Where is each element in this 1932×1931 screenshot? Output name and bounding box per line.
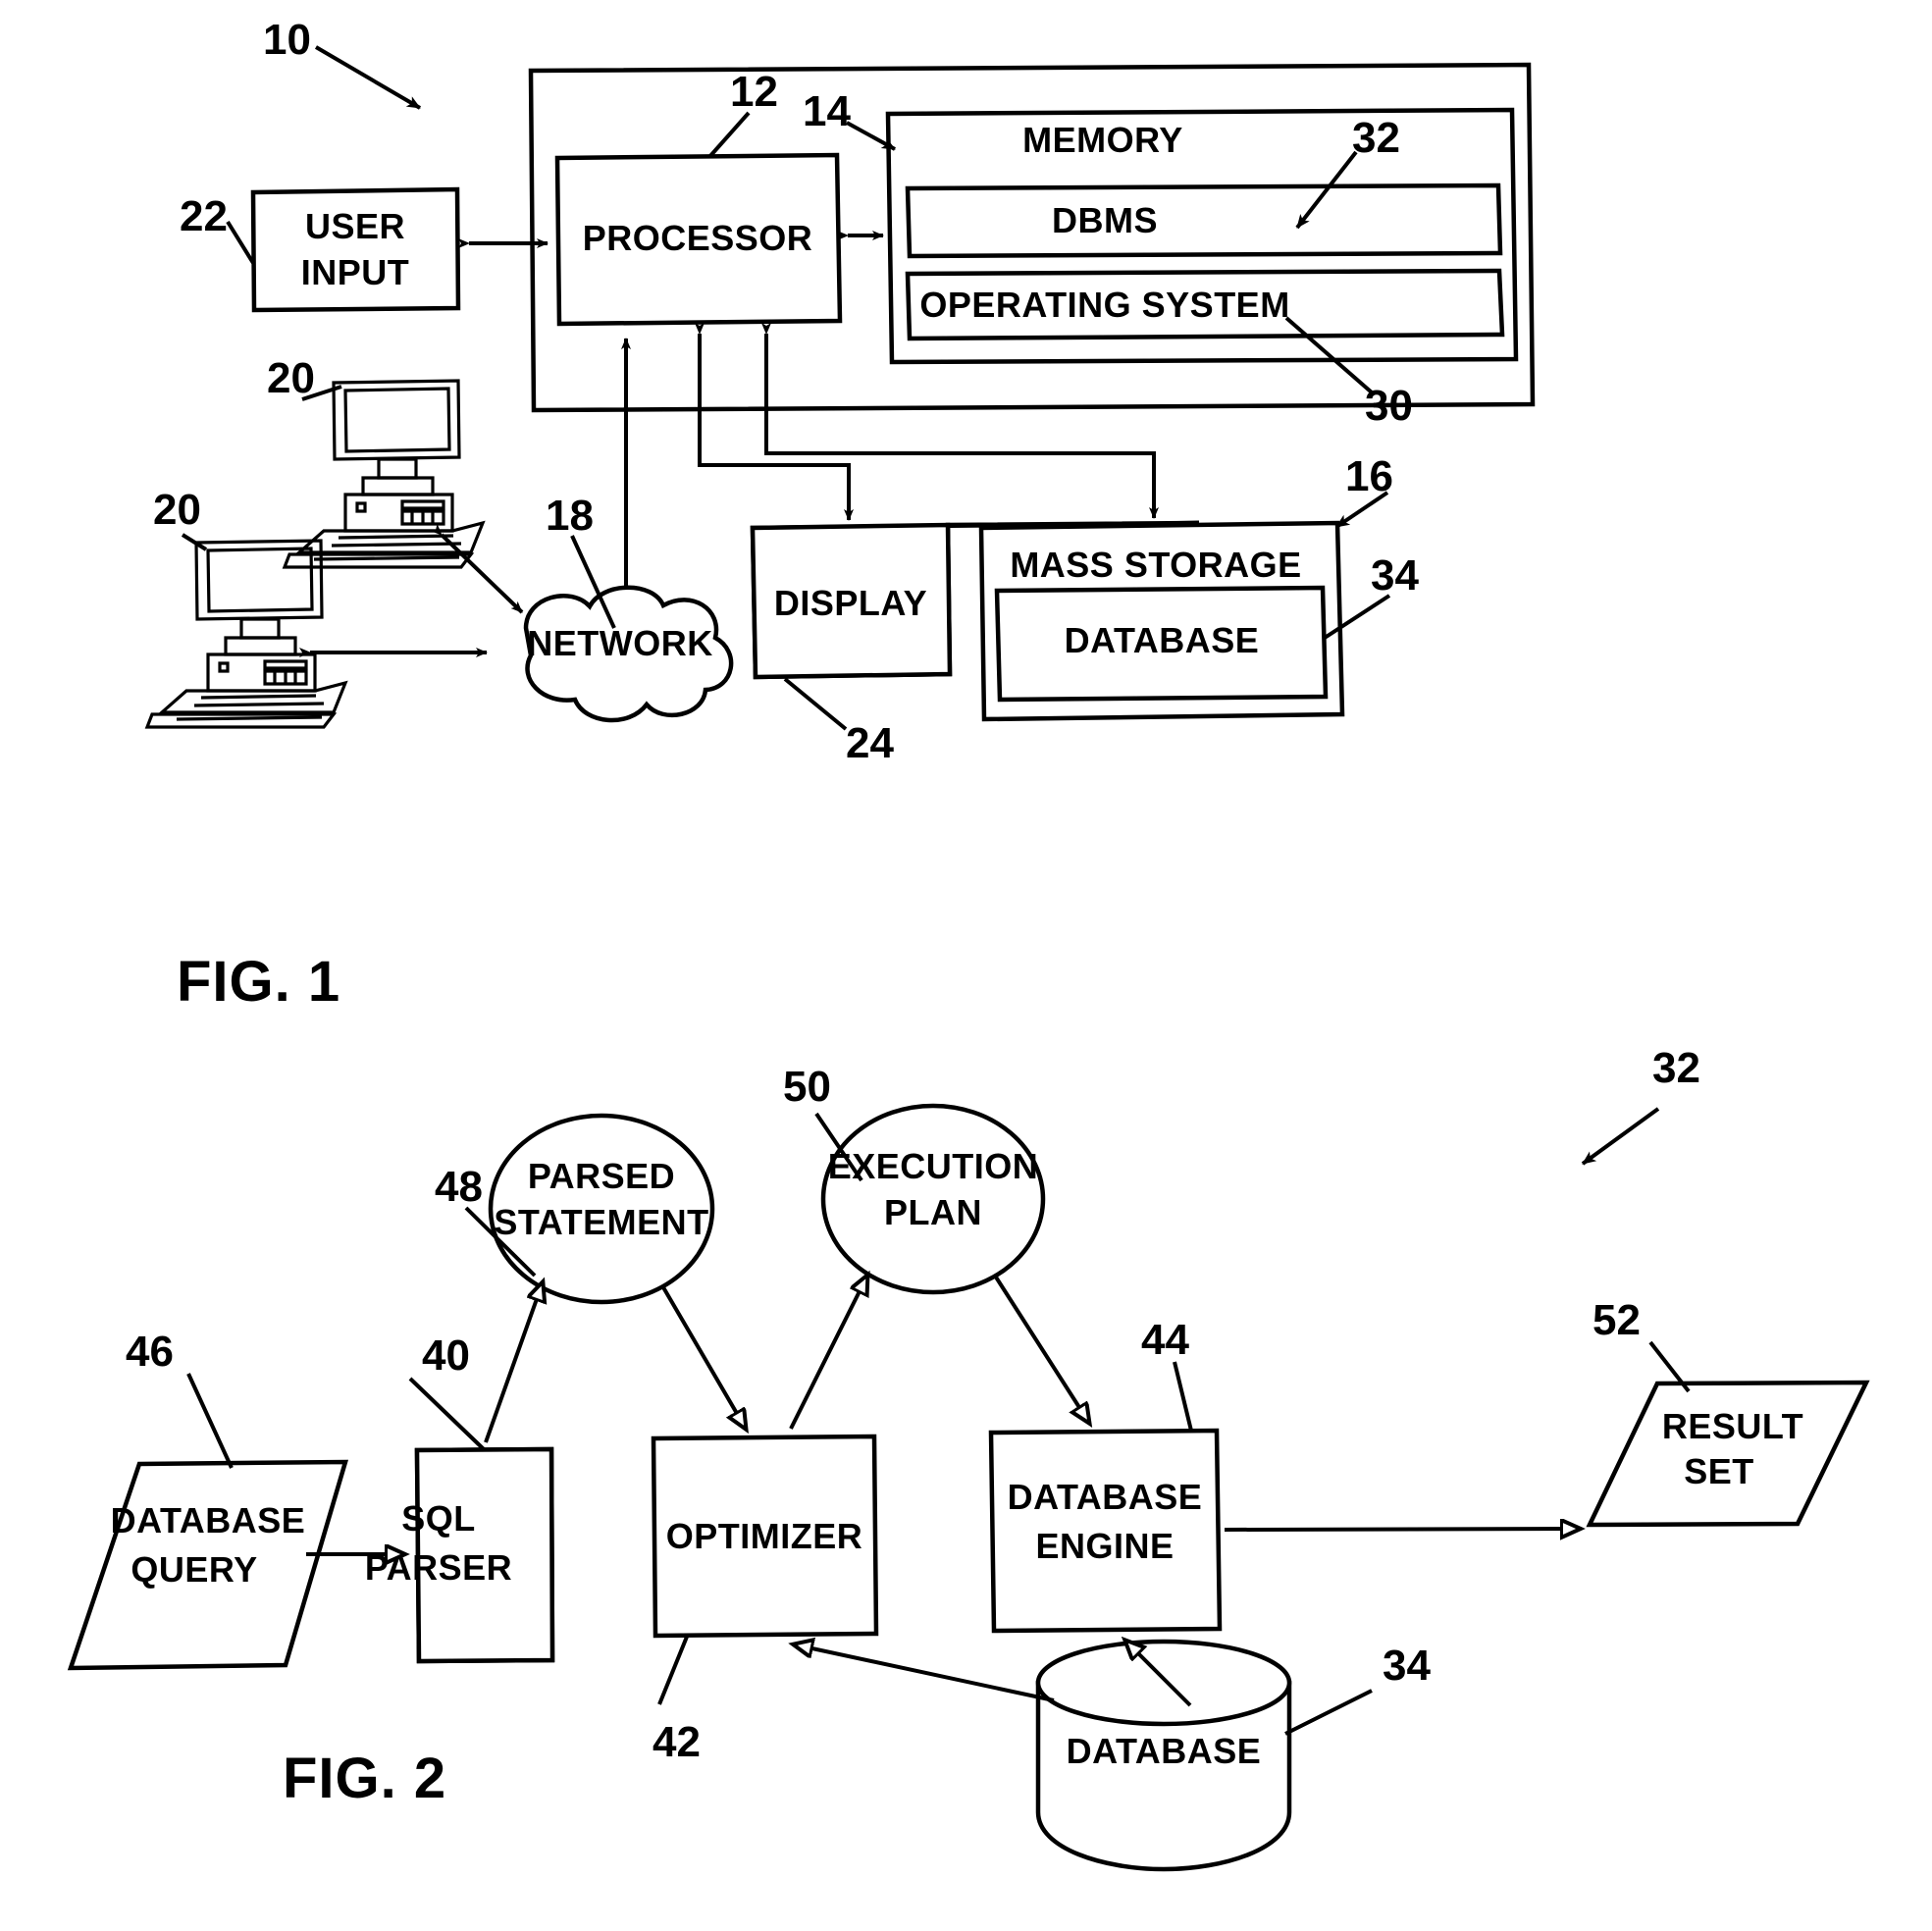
figure-2-caption: FIG. 2	[283, 1747, 446, 1810]
ref-14-label: 14	[803, 87, 851, 135]
ref-24-leader	[783, 677, 848, 731]
figure-1-caption: FIG. 1	[177, 950, 340, 1014]
node-dbms: DBMS	[905, 183, 1503, 259]
sql-parser-label-line1: SQL	[401, 1498, 476, 1539]
execution-plan-label-line2: PLAN	[884, 1192, 982, 1232]
node-optimizer: OPTIMIZER	[651, 1434, 879, 1639]
processor-label: PROCESSOR	[583, 218, 813, 258]
ref-20-bottom-label: 20	[153, 486, 201, 534]
conn-client-top-network	[430, 523, 524, 614]
optimizer-label: OPTIMIZER	[666, 1516, 863, 1556]
ref-16-label: 16	[1345, 452, 1393, 500]
ref-46-label: 46	[126, 1328, 174, 1376]
ref-32-fig2-leader	[1581, 1107, 1660, 1166]
parsed-statement-label-line1: PARSED	[528, 1156, 675, 1196]
ref-50-label: 50	[783, 1063, 831, 1111]
result-set-label-line1: RESULT	[1662, 1406, 1803, 1446]
ref-42-label: 42	[653, 1718, 701, 1766]
node-network-cloud: NETWORK	[523, 585, 734, 723]
node-result-set: RESULT SET	[1586, 1380, 1870, 1528]
ref-34-fig2-label: 34	[1383, 1642, 1431, 1690]
node-operating-system: OPERATING SYSTEM	[905, 268, 1505, 341]
ref-40-label: 40	[422, 1331, 470, 1380]
conn-parsedstatement-optimizer	[661, 1285, 746, 1429]
conn-database-optimizer	[794, 1644, 1055, 1702]
operating-system-label: OPERATING SYSTEM	[919, 285, 1289, 325]
conn-optimizer-executionplan	[789, 1276, 867, 1430]
result-set-label-line2: SET	[1684, 1451, 1754, 1491]
ref-22-label: 22	[180, 192, 228, 240]
node-database-engine: DATABASE ENGINE	[988, 1428, 1223, 1634]
ref-52-label: 52	[1593, 1296, 1641, 1344]
node-client-computer-top	[282, 379, 486, 569]
ref-32-fig2-label: 32	[1652, 1044, 1700, 1092]
conn-parser-parsedstatement	[484, 1282, 543, 1443]
mass-storage-label: MASS STORAGE	[1010, 545, 1301, 585]
ref-10-label: 10	[263, 16, 311, 64]
node-database-fig1: DATABASE	[994, 585, 1329, 703]
ref-22-leader	[226, 220, 255, 265]
ref-34-fig1-label: 34	[1371, 551, 1419, 600]
node-execution-plan: EXECUTION PLAN	[820, 1103, 1046, 1295]
database-cylinder-label: DATABASE	[1067, 1731, 1262, 1771]
parsed-statement-label-line2: STATEMENT	[494, 1202, 708, 1242]
patent-drawing-sheet: 10 USER INPUT 22 PROCESSOR 12 MEMORY 14 …	[0, 0, 1932, 1931]
figure-2-group: 32 PARSED STATEMENT 48 EXECUTION PLAN 50	[67, 1044, 1870, 1872]
ref-40-leader	[408, 1377, 487, 1452]
ref-20-top-label: 20	[267, 354, 315, 402]
ref-42-leader	[657, 1636, 689, 1705]
database-query-label-line2: QUERY	[131, 1549, 257, 1590]
ref-18-label: 18	[546, 492, 594, 540]
ref-48-label: 48	[435, 1163, 483, 1211]
ref-10-leader	[314, 45, 422, 110]
node-parsed-statement: PARSED STATEMENT	[488, 1113, 715, 1305]
database-engine-label-line2: ENGINE	[1035, 1526, 1174, 1566]
conn-display-processor	[695, 323, 854, 521]
node-database-cylinder: DATABASE	[1035, 1639, 1292, 1872]
ref-12-label: 12	[730, 68, 778, 116]
ref-12-leader	[707, 111, 751, 159]
memory-label: MEMORY	[1022, 120, 1183, 160]
ref-46-leader	[186, 1373, 234, 1469]
ref-44-label: 44	[1141, 1316, 1189, 1364]
user-input-label-line1: USER	[305, 206, 405, 246]
ref-32-fig1-label: 32	[1352, 114, 1400, 162]
database-engine-label-line1: DATABASE	[1008, 1477, 1203, 1517]
conn-executionplan-databaseengine	[993, 1274, 1089, 1423]
conn-databaseengine-resultset	[1224, 1529, 1580, 1530]
display-label: DISPLAY	[774, 583, 927, 623]
ref-44-leader	[1173, 1361, 1193, 1432]
node-database-query: DATABASE QUERY	[67, 1459, 349, 1671]
database-query-label-line1: DATABASE	[111, 1500, 306, 1540]
user-input-label-line2: INPUT	[301, 252, 410, 292]
dbms-label: DBMS	[1052, 200, 1158, 240]
ref-24-label: 24	[846, 719, 894, 767]
database-label-fig1: DATABASE	[1065, 620, 1260, 660]
node-processor: PROCESSOR	[554, 152, 843, 327]
ref-30-label: 30	[1365, 382, 1413, 430]
ref-34-fig2-leader	[1284, 1689, 1373, 1736]
figures-svg: 10 USER INPUT 22 PROCESSOR 12 MEMORY 14 …	[67, 16, 1870, 1872]
figure-1-group: 10 USER INPUT 22 PROCESSOR 12 MEMORY 14 …	[144, 16, 1536, 1014]
network-label: NETWORK	[527, 623, 712, 663]
node-user-input: USER INPUT	[250, 186, 461, 313]
